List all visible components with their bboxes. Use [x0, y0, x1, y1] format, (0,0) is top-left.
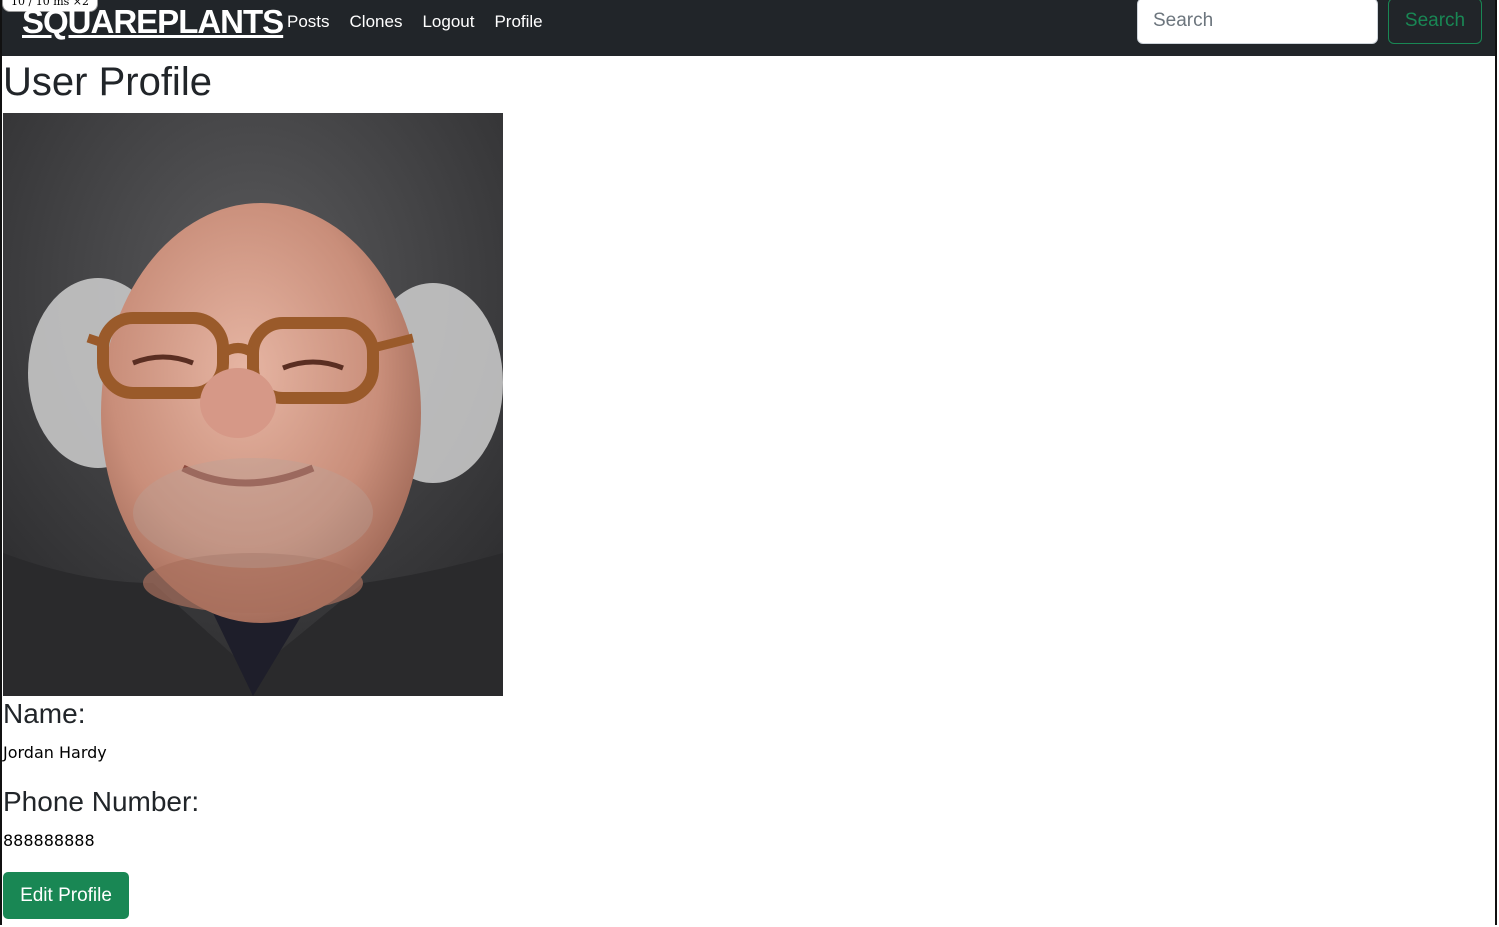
brand-link[interactable]: SQUAREPLANTS — [22, 4, 284, 40]
avatar — [3, 113, 503, 696]
nav-links: Posts Clones Logout Profile — [287, 10, 563, 34]
search-input[interactable] — [1137, 0, 1378, 44]
nav-link-posts[interactable]: Posts — [287, 10, 330, 34]
phone-value: 888888888 — [3, 831, 95, 850]
profile-photo — [3, 113, 503, 696]
phone-label: Phone Number: — [3, 786, 200, 817]
search-button[interactable]: Search — [1388, 0, 1482, 44]
top-navbar: 10 / 10 ms ×2 SQUAREPLANTS Posts Clones … — [2, 0, 1495, 56]
edit-profile-button[interactable]: Edit Profile — [3, 872, 129, 919]
page-frame: 10 / 10 ms ×2 SQUAREPLANTS Posts Clones … — [0, 0, 1497, 925]
nav-link-profile[interactable]: Profile — [494, 10, 542, 34]
page-title: User Profile — [3, 60, 212, 104]
name-value: Jordan Hardy — [3, 743, 107, 762]
nav-link-clones[interactable]: Clones — [350, 10, 403, 34]
nav-link-logout[interactable]: Logout — [422, 10, 474, 34]
name-label: Name: — [3, 698, 86, 729]
